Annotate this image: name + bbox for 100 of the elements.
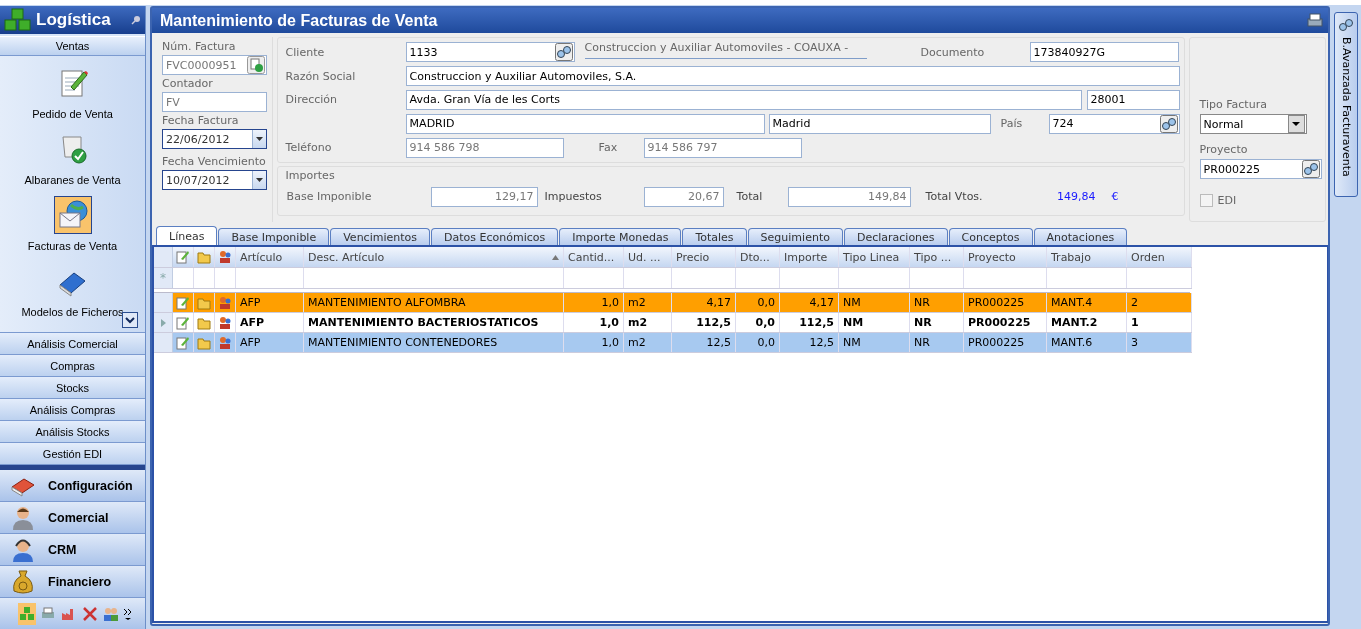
people-icon — [103, 605, 119, 622]
date-picker[interactable]: 22/06/2012 — [162, 129, 267, 149]
phone-field[interactable]: 914 586 798 — [405, 137, 564, 158]
tab[interactable]: Importe Monedas — [559, 228, 682, 245]
table-cell: 12,5 — [672, 333, 736, 352]
sidebar-item[interactable]: Pedido de Venta — [32, 62, 113, 122]
column-header[interactable]: Artículo — [236, 247, 304, 267]
tab[interactable]: Anotaciones — [1033, 228, 1128, 245]
group-header[interactable]: Compras — [0, 355, 145, 377]
section-header[interactable]: Ventas — [0, 36, 145, 56]
column-header[interactable]: Importe — [780, 247, 839, 267]
field-label: Contador — [162, 77, 214, 90]
field-label: Tipo Factura — [1199, 98, 1268, 111]
tab[interactable]: Seguimiento — [747, 228, 843, 245]
toolbar-button[interactable] — [18, 602, 36, 625]
table-row[interactable]: AFP MANTENIMIENTO CONTENEDORES 1,0 m2 12,5 0,0 12,5 NM NR PR000225 MANT.6 3 — [154, 333, 1192, 353]
people-icon[interactable] — [218, 315, 232, 330]
invoice-type-dropdown[interactable]: Normal — [1199, 114, 1307, 134]
tab[interactable]: Líneas — [156, 226, 218, 245]
column-header[interactable]: Trabajo — [1047, 247, 1127, 267]
postal-code-field[interactable]: 28001 — [1086, 90, 1180, 110]
sidebar-item[interactable]: Albaranes de Venta — [24, 128, 121, 188]
tab[interactable]: Declaraciones — [843, 228, 948, 245]
table-cell: 4,17 — [780, 293, 839, 312]
binoculars-icon[interactable] — [1159, 114, 1178, 133]
sidebar-item[interactable]: Modelos de Ficheros — [21, 260, 124, 320]
people-icon[interactable] — [218, 295, 232, 310]
tab[interactable]: Vencimientos — [330, 228, 430, 245]
tab[interactable]: Totales — [682, 228, 747, 245]
column-header[interactable]: Cantid... — [564, 247, 624, 267]
folder-icon — [197, 250, 211, 264]
country-field[interactable]: 724 — [1048, 113, 1180, 134]
fax-field[interactable]: 914 586 797 — [643, 137, 802, 158]
tab[interactable]: Datos Económicos — [431, 228, 559, 245]
date-picker[interactable]: 10/07/2012 — [162, 170, 267, 190]
counter-field[interactable]: FV — [162, 92, 267, 112]
tax-base-field[interactable]: 129,17 — [430, 186, 538, 207]
column-header[interactable]: Tipo ... — [910, 247, 964, 267]
new-row-marker: * — [154, 268, 173, 288]
client-code-field[interactable]: 1133 — [405, 42, 575, 63]
overflow-icon[interactable] — [123, 606, 133, 621]
sidebar-item[interactable]: Facturas de Venta — [27, 194, 118, 254]
notepad-icon[interactable] — [176, 335, 190, 350]
column-header[interactable]: Orden — [1127, 247, 1192, 267]
group-header[interactable]: Gestión EDI — [0, 443, 145, 465]
notepad-icon[interactable] — [176, 315, 190, 330]
address-field[interactable]: Avda. Gran Vía de les Corts — [405, 90, 1082, 110]
printer-icon[interactable] — [1306, 11, 1324, 30]
table-cell: 1,0 — [564, 333, 624, 352]
province-field[interactable]: Madrid — [768, 113, 991, 134]
scroll-down-icon[interactable] — [122, 312, 138, 328]
table-cell: NM — [839, 313, 910, 332]
module-button[interactable]: Comercial — [0, 502, 145, 534]
tab[interactable]: Base Imponible — [218, 228, 330, 245]
taxes-field[interactable]: 20,67 — [643, 186, 724, 207]
checkbox[interactable] — [1199, 194, 1213, 207]
module-button[interactable]: Financiero — [0, 566, 145, 598]
city-field[interactable]: MADRID — [405, 113, 765, 134]
notepad-icon[interactable] — [176, 295, 190, 310]
table-cell: NM — [839, 333, 910, 352]
module-button[interactable]: Configuración — [0, 470, 145, 502]
group-header[interactable]: Análisis Compras — [0, 399, 145, 421]
folder-icon[interactable] — [197, 295, 211, 310]
table-cell: MANTENIMIENTO CONTENEDORES — [304, 333, 564, 352]
column-header[interactable]: Tipo Linea — [839, 247, 910, 267]
folder-icon[interactable] — [197, 335, 211, 350]
table-cell: NM — [839, 293, 910, 312]
binoculars-icon[interactable] — [554, 43, 573, 62]
table-cell: MANT.4 — [1047, 293, 1127, 312]
document-field[interactable]: 173840927G — [1029, 42, 1179, 63]
binoculars-icon[interactable] — [1301, 160, 1320, 178]
people-icon[interactable] — [218, 335, 232, 350]
table-cell: 1 — [1127, 313, 1192, 332]
column-header[interactable]: Proyecto — [964, 247, 1047, 267]
group-header[interactable]: Análisis Comercial — [0, 333, 145, 355]
group-header[interactable]: Stocks — [0, 377, 145, 399]
folder-icon[interactable] — [197, 315, 211, 330]
column-header[interactable] — [173, 247, 194, 267]
invoice-number-field[interactable]: FVC0000951 — [162, 55, 267, 75]
money-bag-icon — [10, 568, 36, 595]
company-name-field[interactable]: Construccion y Auxiliar Automoviles, S.A. — [405, 66, 1180, 87]
current-row-icon — [160, 318, 166, 327]
row-selector[interactable] — [154, 313, 173, 332]
pin-icon[interactable] — [131, 15, 141, 25]
module-button[interactable]: CRM — [0, 534, 145, 566]
column-header[interactable]: Dto... — [736, 247, 780, 267]
column-header[interactable]: Desc. Artículo — [304, 247, 564, 267]
document-check-icon[interactable] — [247, 56, 265, 74]
group-header[interactable]: Análisis Stocks — [0, 421, 145, 443]
column-header[interactable]: Ud. ... — [624, 247, 672, 267]
table-row[interactable]: AFP MANTENIMIENTO ALFOMBRA 1,0 m2 4,17 0,0 4,17 NM NR PR000225 MANT.4 2 — [154, 293, 1192, 313]
project-field[interactable]: PR000225 — [1199, 159, 1322, 179]
total-field[interactable]: 149,84 — [787, 186, 911, 207]
tab[interactable]: Conceptos — [948, 228, 1033, 245]
splitter-handle[interactable] — [0, 465, 145, 470]
column-header[interactable] — [194, 247, 215, 267]
people-icon — [218, 250, 232, 264]
field-label: Razón Social — [284, 69, 357, 83]
column-header[interactable]: Precio — [672, 247, 736, 267]
side-tab[interactable]: B.Avanzada Facturaventa — [1334, 12, 1358, 197]
